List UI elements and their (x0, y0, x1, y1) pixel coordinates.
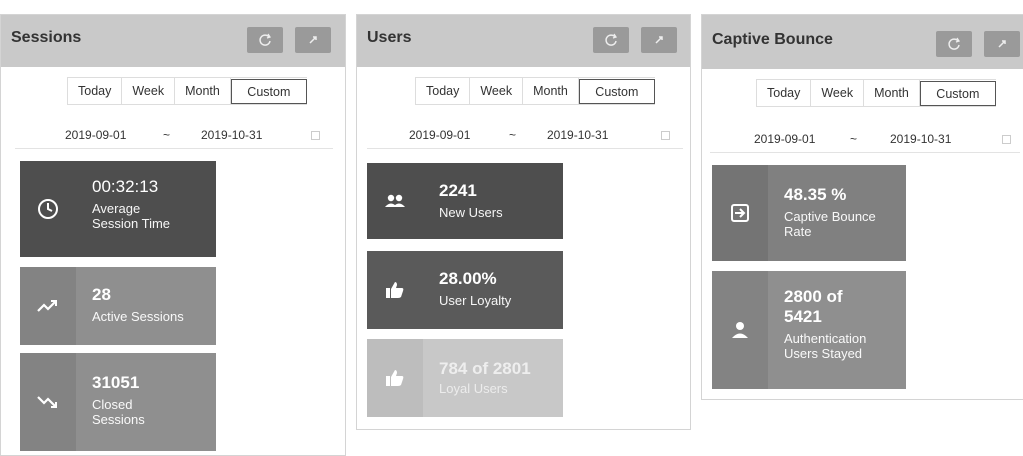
users-header: Users (357, 15, 690, 67)
closed-sessions-value: 31051 (92, 373, 140, 392)
date-range[interactable]: 2019-09-01 ~ 2019-10-31 (367, 121, 683, 149)
captive-bounce-rate-value: 48.35 % (784, 185, 847, 204)
loyal-users-label: Loyal Users (439, 381, 508, 396)
sessions-header: Sessions (1, 15, 345, 67)
expand-button[interactable] (641, 27, 677, 53)
date-separator: ~ (509, 128, 517, 142)
date-to: 2019-10-31 (890, 132, 952, 146)
icon-zone (367, 163, 423, 239)
date-from: 2019-09-01 (754, 132, 816, 146)
refresh-button[interactable] (247, 27, 283, 53)
user-loyalty-label: User Loyalty (439, 293, 512, 308)
refresh-button[interactable] (593, 27, 629, 53)
period-tabs: Today Week Month Custom (67, 77, 307, 105)
authentication-users-value: 2800 of 5421 (784, 287, 843, 326)
expand-icon (655, 36, 663, 44)
date-from: 2019-09-01 (65, 128, 127, 142)
calendar-icon[interactable] (661, 131, 670, 140)
tab-week[interactable]: Week (470, 78, 524, 104)
captive-bounce-rate-card[interactable]: 48.35 % Captive Bounce Rate (712, 165, 906, 261)
expand-button[interactable] (295, 27, 331, 53)
tab-today[interactable]: Today (416, 78, 471, 104)
icon-zone (712, 271, 768, 389)
new-users-card[interactable]: 2241 New Users (367, 163, 563, 239)
tab-month[interactable]: Month (523, 78, 579, 104)
people-icon (385, 194, 405, 207)
captive-bounce-rate-label: Captive Bounce Rate (784, 209, 876, 239)
captive-bounce-panel: Captive Bounce Today Week Month Custom 2… (701, 14, 1023, 400)
authentication-users-label: Authentication Users Stayed (784, 331, 867, 361)
new-users-value: 2241 (439, 181, 477, 200)
date-range[interactable]: 2019-09-01 ~ 2019-10-31 (710, 125, 1020, 153)
loyal-users-card[interactable]: 784 of 2801 Loyal Users (367, 339, 563, 417)
user-loyalty-value: 28.00% (439, 269, 497, 288)
active-sessions-value: 28 (92, 285, 111, 304)
authentication-users-card[interactable]: 2800 of 5421 Authentication Users Stayed (712, 271, 906, 389)
exit-icon (731, 204, 749, 222)
tab-today[interactable]: Today (757, 80, 812, 106)
period-tabs: Today Week Month Custom (756, 79, 996, 107)
tab-week[interactable]: Week (811, 80, 865, 106)
average-session-card[interactable]: 00:32:13 Average Session Time (20, 161, 216, 257)
sessions-panel: Sessions Today Week Month Custom 2019-09… (0, 14, 346, 456)
average-session-value: 00:32:13 (92, 177, 159, 196)
date-from: 2019-09-01 (409, 128, 471, 142)
refresh-icon (259, 33, 272, 46)
tab-custom[interactable]: Custom (578, 79, 655, 104)
tab-custom[interactable]: Custom (230, 79, 307, 104)
average-session-label: Average Session Time (92, 201, 171, 231)
closed-sessions-label: Closed Sessions (92, 397, 145, 427)
trending-up-icon (37, 300, 57, 312)
icon-zone (367, 251, 423, 329)
user-loyalty-card[interactable]: 28.00% User Loyalty (367, 251, 563, 329)
refresh-icon (948, 37, 961, 50)
thumbs-up-icon (386, 370, 404, 386)
trending-down-icon (37, 396, 57, 408)
active-sessions-label: Active Sessions (92, 309, 184, 324)
tab-month[interactable]: Month (864, 80, 920, 106)
refresh-button[interactable] (936, 31, 972, 57)
active-sessions-card[interactable]: 28 Active Sessions (20, 267, 216, 345)
closed-sessions-card[interactable]: 31051 Closed Sessions (20, 353, 216, 451)
expand-button[interactable] (984, 31, 1020, 57)
expand-icon (998, 40, 1006, 48)
date-range[interactable]: 2019-09-01 ~ 2019-10-31 (15, 121, 333, 149)
loyal-users-value: 784 of 2801 (439, 359, 531, 378)
clock-icon (38, 199, 58, 219)
person-icon (732, 322, 748, 338)
period-tabs: Today Week Month Custom (415, 77, 655, 105)
calendar-icon[interactable] (1002, 135, 1011, 144)
icon-zone (367, 339, 423, 417)
expand-icon (309, 36, 317, 44)
tab-month[interactable]: Month (175, 78, 231, 104)
date-to: 2019-10-31 (547, 128, 609, 142)
date-separator: ~ (850, 132, 858, 146)
tab-week[interactable]: Week (122, 78, 176, 104)
icon-zone (712, 165, 768, 261)
users-panel: Users Today Week Month Custom 2019-09-01… (356, 14, 691, 430)
refresh-icon (605, 33, 618, 46)
icon-zone (20, 267, 76, 345)
date-separator: ~ (163, 128, 171, 142)
icon-zone (20, 161, 76, 257)
thumbs-up-icon (386, 282, 404, 298)
calendar-icon[interactable] (311, 131, 320, 140)
captive-bounce-header: Captive Bounce (702, 15, 1023, 69)
icon-zone (20, 353, 76, 451)
tab-custom[interactable]: Custom (919, 81, 996, 106)
tab-today[interactable]: Today (68, 78, 123, 104)
panel-title: Sessions (11, 29, 82, 46)
panel-title: Captive Bounce (712, 31, 833, 48)
panel-title: Users (367, 29, 412, 46)
date-to: 2019-10-31 (201, 128, 263, 142)
new-users-label: New Users (439, 205, 503, 220)
